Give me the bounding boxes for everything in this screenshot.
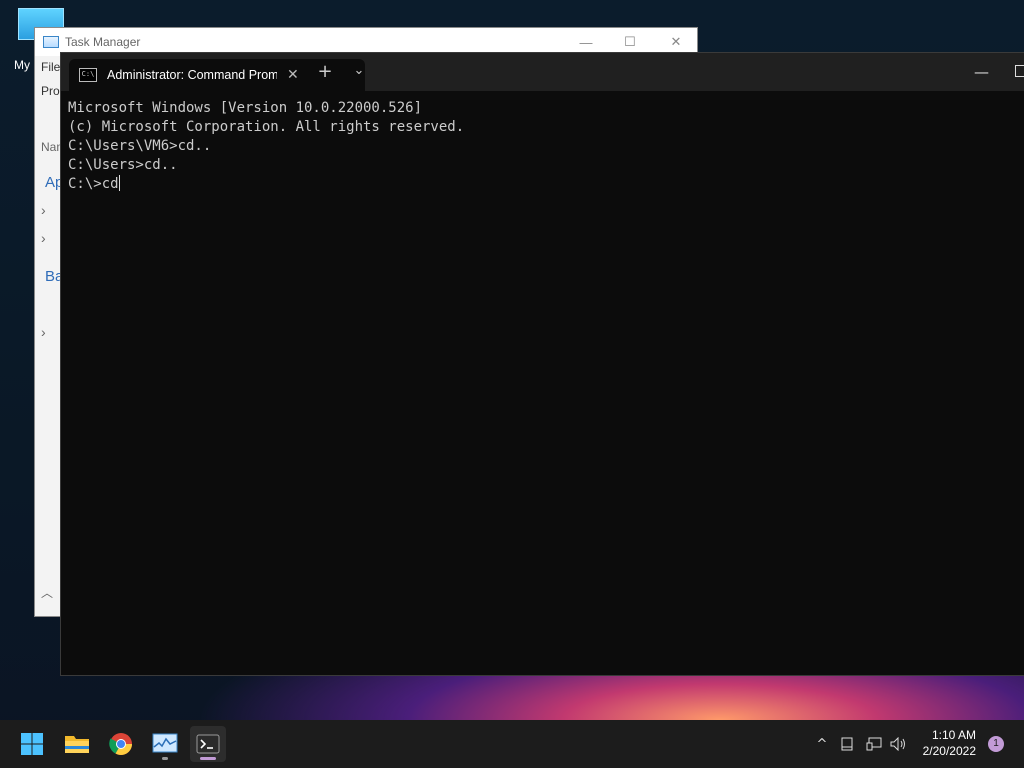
chevron-right-icon[interactable]: › [41,230,46,246]
terminal-minimize-button[interactable]: — [974,63,989,81]
task-manager-taskbar-button[interactable] [147,726,183,762]
clock[interactable]: 1:10 AM 2/20/2022 [923,727,976,759]
new-tab-button[interactable]: + [313,61,337,82]
menu-file[interactable]: File [41,60,60,74]
chrome-icon [109,733,132,755]
clock-date: 2/20/2022 [922,744,976,758]
console-line: Microsoft Windows [Version 10.0.22000.52… [68,100,423,116]
console-line: C:\Users>cd.. [68,157,178,173]
chevron-up-icon[interactable]: ^ [814,737,830,752]
terminal-maximize-button[interactable] [1015,65,1024,77]
chevron-up-icon[interactable]: ︿ [41,584,53,601]
console-output[interactable]: Microsoft Windows [Version 10.0.22000.52… [68,99,464,194]
close-tab-icon[interactable]: ✕ [287,67,299,83]
console-input-text: C:\>cd [68,176,119,192]
volume-icon[interactable] [890,737,908,751]
taskbar: ^ 1:10 AM 2/20/2022 1 [0,720,1024,768]
command-prompt-icon: C:\ [79,68,97,82]
system-tray: ^ [814,720,908,768]
terminal-icon [196,734,220,754]
terminal-tabbar[interactable]: C:\ Administrator: Command Prompt ✕ + ⌄ … [61,53,1024,91]
tablet-icon[interactable] [840,737,854,751]
running-indicator [162,757,168,760]
console-line: C:\Users\VM6>cd.. [68,138,212,154]
chrome-button[interactable] [103,726,139,762]
tab-title: Administrator: Command Prompt [107,68,277,82]
task-manager-body: File Pro Nam Ap › › Ba › ︿ [35,56,66,616]
terminal-window[interactable]: C:\ Administrator: Command Prompt ✕ + ⌄ … [60,52,1024,676]
text-cursor [118,175,120,191]
console-input-line[interactable]: C:\>cd [68,175,464,194]
terminal-taskbar-button[interactable] [190,726,226,762]
active-indicator [200,757,216,760]
task-manager-icon [152,733,178,753]
tab-processes[interactable]: Pro [41,84,60,98]
start-button[interactable] [14,726,50,762]
notification-badge[interactable]: 1 [988,736,1004,752]
task-manager-title: Task Manager [65,35,141,49]
task-manager-icon [43,36,59,48]
chevron-right-icon[interactable]: › [41,324,46,340]
console-line: (c) Microsoft Corporation. All rights re… [68,119,465,135]
start-icon [21,733,43,755]
clock-time: 1:10 AM [931,728,976,742]
network-icon[interactable] [866,737,882,751]
file-explorer-icon [65,736,89,753]
file-explorer-button[interactable] [59,726,95,762]
chevron-right-icon[interactable]: › [41,202,46,218]
chevron-down-icon[interactable]: ⌄ [347,63,371,78]
